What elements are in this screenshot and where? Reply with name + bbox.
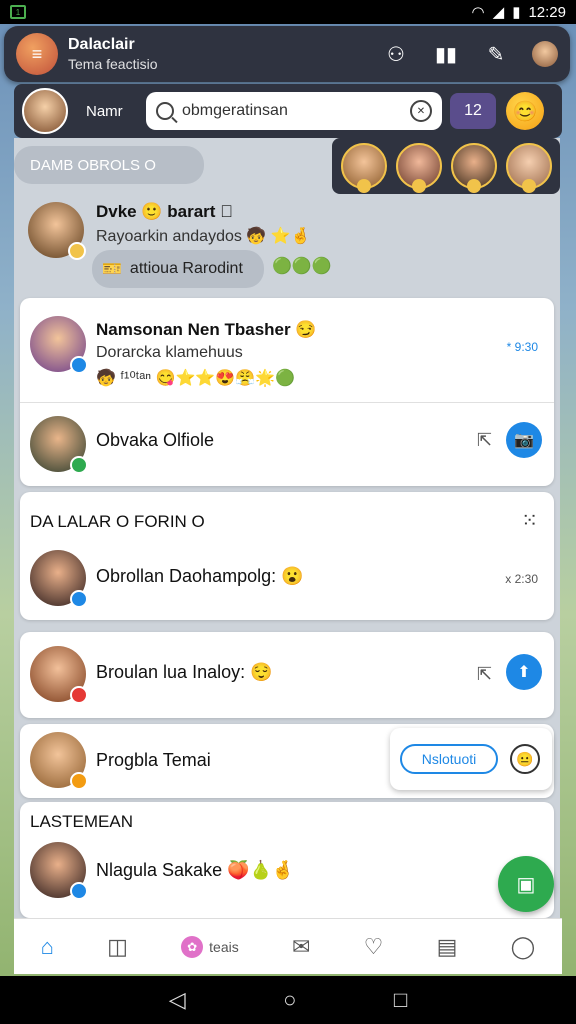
profile-icon[interactable]: [532, 41, 558, 67]
smile-icon[interactable]: 😐: [510, 744, 540, 774]
menu-icon[interactable]: ≡: [16, 33, 58, 75]
sim-icon: 1: [10, 5, 26, 19]
reply-label: attioua Rarodint: [129, 260, 243, 277]
count-badge[interactable]: 12: [450, 93, 496, 129]
nav-center-label: teais: [209, 938, 239, 955]
chat-reactions: 🧒 ᶠ¹⁰ᵗᵃⁿ 😋⭐⭐😍😤🌟🟢: [96, 370, 295, 387]
story-avatar[interactable]: [450, 143, 497, 193]
heart-icon[interactable]: ♡: [364, 934, 384, 960]
emoji-button[interactable]: 😊: [506, 92, 544, 130]
flower-icon: ✿: [181, 935, 204, 958]
avatar: [30, 550, 88, 608]
chat-name: Obvaka Olfiole: [96, 430, 215, 450]
chat-card: DA LALAR O FORIN O ⁙ Obrollan Daohampolg…: [20, 492, 554, 620]
bottom-nav: ⌂ ◫ ✿ teais ✉ ♡ ▤ ◯: [14, 918, 562, 974]
sub-header: Namr ✕ 12 😊: [14, 84, 562, 138]
chat-name: Obrollan Daohampolg: 😮: [96, 566, 304, 586]
home-circle-icon[interactable]: ○: [283, 987, 296, 1013]
avatar: [30, 316, 88, 374]
reply-pill[interactable]: 🎫 attioua Rarodint: [92, 250, 264, 288]
app-subtitle: Tema feactisio: [68, 56, 158, 72]
chat-message: Dorarcka klamehuus: [96, 344, 243, 361]
action-chip: Nslotuoti 😐: [390, 728, 552, 790]
avatar[interactable]: [22, 88, 68, 134]
compose-icon[interactable]: ✎: [482, 40, 510, 68]
pin-icon[interactable]: ⇱: [477, 430, 492, 451]
chat-name: Nlagula Sakake 🍑🍐🤞: [96, 860, 295, 880]
list-item[interactable]: Broulan lua Inaloy: 😌 ⇱ ⬆: [20, 632, 554, 718]
list-item[interactable]: Obrollan Daohampolg: 😮 x 2:30: [20, 544, 554, 620]
chat-card: Broulan lua Inaloy: 😌 ⇱ ⬆: [20, 632, 554, 718]
top-header: ≡ Dalaclair Tema feactisio ⚇ ▮▮ ✎: [4, 26, 570, 82]
app-title: Dalaclair: [68, 36, 135, 53]
section-title: DA LALAR O FORIN O: [30, 512, 205, 531]
pin-icon[interactable]: ⇱: [477, 664, 492, 685]
chip-button[interactable]: Nslotuoti: [400, 744, 498, 774]
avatar: [30, 732, 88, 790]
camera-button[interactable]: 📷: [506, 422, 542, 458]
chat-card: Namsonan Nen Tbasher 😏 Dorarcka klamehuu…: [20, 298, 554, 486]
chat-time: * 9:30: [506, 340, 538, 354]
share-button[interactable]: ⬆: [506, 654, 542, 690]
more-icon[interactable]: ⁙: [521, 508, 538, 533]
mail-icon[interactable]: ✉: [292, 934, 310, 960]
people-icon[interactable]: ⚇: [382, 40, 410, 68]
list-item[interactable]: Namsonan Nen Tbasher 😏 Dorarcka klamehuu…: [20, 298, 554, 402]
chat-name: Dvke 🙂 barart 🏻: [96, 202, 233, 221]
avatar: [30, 416, 88, 474]
wifi-icon: ◠: [471, 4, 485, 21]
new-chat-button[interactable]: ▣: [498, 856, 554, 912]
stats-icon[interactable]: ▮▮: [432, 40, 460, 68]
search-icon: [156, 102, 174, 120]
chat-message: Rayoarkin andaydos 🧒 ⭐🤞: [96, 228, 311, 245]
section-title: LASTEMEAN: [30, 812, 133, 831]
list-item[interactable]: Dvke 🙂 barart 🏻 Rayoarkin andaydos 🧒 ⭐🤞 …: [14, 190, 560, 296]
ticket-icon: 🎫: [102, 261, 122, 278]
list-item[interactable]: Obvaka Olfiole ⇱ 📷: [20, 402, 554, 486]
story-avatar[interactable]: [505, 143, 552, 193]
story-avatar[interactable]: [340, 143, 387, 193]
back-icon[interactable]: ◁: [169, 987, 186, 1013]
search-input[interactable]: [182, 102, 410, 120]
notes-icon[interactable]: ▤: [437, 934, 458, 960]
chat-time: x 2:30: [505, 572, 538, 586]
recents-icon[interactable]: □: [394, 987, 407, 1013]
battery-icon: ▮: [512, 4, 521, 21]
list-item[interactable]: Nlagula Sakake 🍑🍐🤞: [20, 838, 554, 918]
reply-emojis: 🟢🟢🟢: [272, 258, 332, 275]
chat-card: LASTEMEAN Nlagula Sakake 🍑🍐🤞: [20, 802, 554, 918]
me-label: Namr: [86, 102, 123, 120]
system-nav-bar: ◁ ○ □: [0, 976, 576, 1024]
section-pill[interactable]: DAMB OBROLS O: [14, 146, 204, 184]
chat-name: Namsonan Nen Tbasher 😏: [96, 320, 317, 339]
avatar: [30, 646, 88, 704]
chat-bubble-icon[interactable]: ◯: [511, 934, 536, 960]
camera-icon[interactable]: ◫: [107, 934, 128, 960]
signal-icon: ◢: [492, 4, 505, 21]
search-bar[interactable]: ✕: [146, 92, 442, 130]
home-icon[interactable]: ⌂: [41, 934, 54, 960]
avatar: [28, 202, 86, 260]
avatar: [30, 842, 88, 900]
status-time: 12:29: [528, 3, 566, 21]
story-avatar[interactable]: [395, 143, 442, 193]
stories-row: [332, 138, 560, 194]
status-bar: 1 ◠ ◢ ▮ 12:29: [0, 0, 576, 24]
chat-name: Progbla Temai: [96, 750, 211, 770]
nav-center[interactable]: ✿ teais: [181, 935, 239, 958]
chat-name: Broulan lua Inaloy: 😌: [96, 662, 273, 682]
clear-icon[interactable]: ✕: [410, 100, 432, 122]
